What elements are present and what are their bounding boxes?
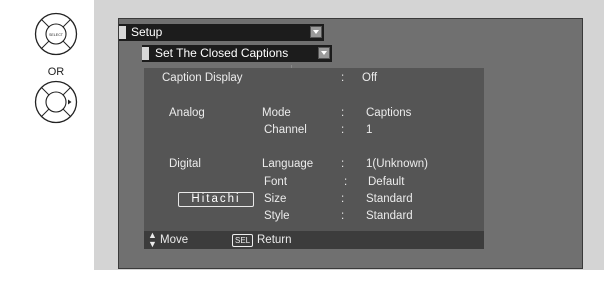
digital-group-label: Digital [169,158,201,170]
svg-text:SELECT: SELECT [49,33,64,37]
submenu-title: Set The Closed Captions [155,46,289,60]
direction-pad-icon [34,80,78,124]
menu-footer: ▲ ▼ Move SEL Return [144,231,484,249]
separator: : [344,176,348,188]
font-value[interactable]: Default [368,176,404,188]
separator: : [341,193,345,205]
dropdown-arrow-icon[interactable] [310,26,322,38]
font-label: Font [264,176,288,188]
caption-display-value[interactable]: Off [362,72,377,84]
style-value[interactable]: Standard [366,210,413,222]
size-value[interactable]: Standard [366,193,413,205]
separator: : [341,124,345,136]
style-label: Style [264,210,290,222]
language-value[interactable]: 1(Unknown) [366,158,428,170]
size-label: Size [264,193,287,205]
or-label: OR [47,66,65,78]
select-button-icon: SELECT [34,12,78,56]
hitachi-badge: Hitachi [178,192,254,207]
separator: : [341,72,345,84]
menu-setup[interactable]: Setup [119,24,324,41]
return-hint: Return [257,234,292,246]
separator: : [341,158,345,170]
dropdown-arrow-icon[interactable] [318,47,330,59]
menu-tab-marker [142,47,149,60]
analog-group-label: Analog [169,107,205,119]
sel-key-icon: SEL [232,234,254,247]
menu-tab-marker [119,26,126,39]
mode-label: Mode [262,107,291,119]
move-hint: Move [160,234,189,246]
separator: : [341,107,345,119]
submenu-closed-captions[interactable]: Set The Closed Captions [142,45,332,62]
updown-arrow-icon: ▲ ▼ [148,230,157,249]
setup-title: Setup [131,25,163,39]
channel-value[interactable]: 1 [366,124,372,136]
caption-display-label: Caption Display [162,72,243,84]
language-label: Language [262,158,314,170]
channel-label: Channel [264,124,307,136]
separator: : [341,210,345,222]
mode-value[interactable]: Captions [366,107,411,119]
